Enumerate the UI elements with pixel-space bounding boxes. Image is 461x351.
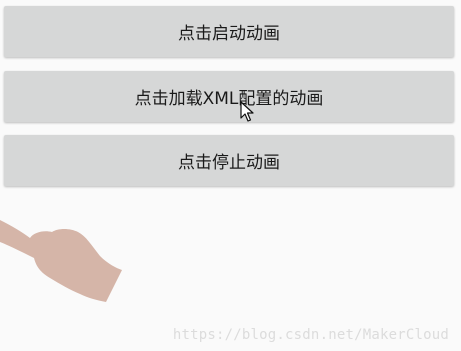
mouse-cursor-icon xyxy=(240,101,254,122)
load-xml-animation-button[interactable]: 点击加载XML配置的动画 xyxy=(4,71,454,122)
stop-animation-button[interactable]: 点击停止动画 xyxy=(4,135,454,186)
start-animation-button[interactable]: 点击启动动画 xyxy=(4,6,454,57)
watermark-text: https://blog.csdn.net/MakerCloud xyxy=(172,327,449,343)
hand-pointer-icon xyxy=(0,220,122,302)
